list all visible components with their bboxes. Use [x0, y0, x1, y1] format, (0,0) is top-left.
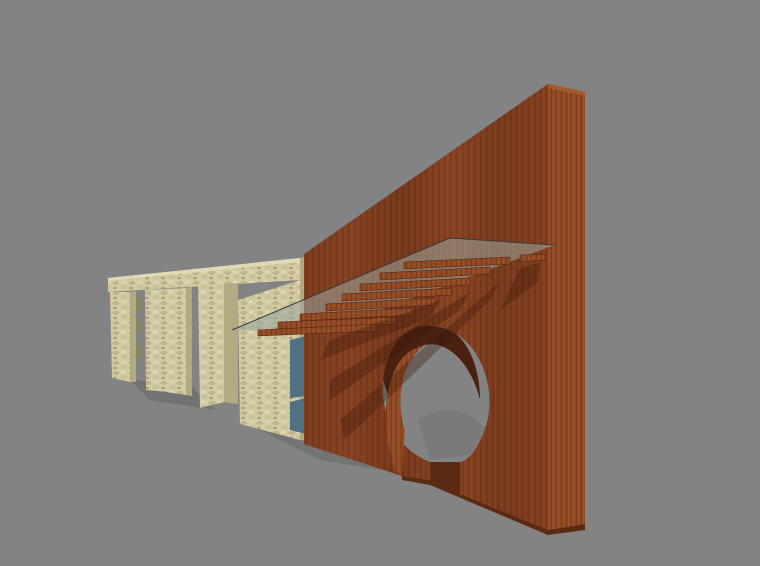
glass-panel — [290, 398, 306, 434]
stone-pillar — [110, 292, 130, 382]
stone-wall — [108, 256, 306, 440]
glass-panel — [290, 336, 306, 398]
stone-pillar — [145, 289, 168, 392]
model-viewport[interactable] — [0, 0, 760, 566]
stone-pillar — [166, 288, 186, 395]
wood-wall-side — [548, 84, 585, 530]
stone-pillar — [198, 284, 224, 408]
